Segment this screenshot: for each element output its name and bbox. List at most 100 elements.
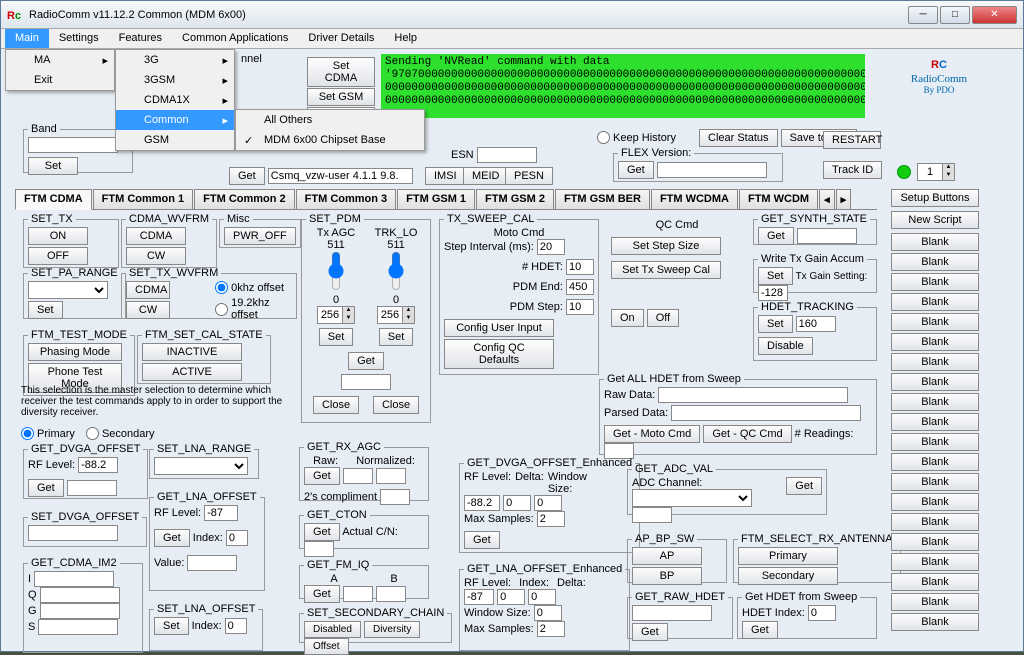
phasing-mode-button[interactable]: Phasing Mode [28,343,122,361]
blank-button[interactable]: Blank [891,493,979,511]
set-cdma-button[interactable]: Set CDMA [307,57,375,87]
set-tx-sweep-cal-button[interactable]: Set Tx Sweep Cal [611,261,721,279]
sc-diversity-button[interactable]: Diversity [364,621,420,638]
sdvga-input[interactable] [28,525,118,541]
blank-button[interactable]: Blank [891,333,979,351]
im2-q-input[interactable] [40,587,120,603]
menu-gsm[interactable]: GSM [116,130,234,150]
get-button[interactable]: Get [229,167,265,185]
dvga-get-button[interactable]: Get [28,479,64,497]
trklo-set-button[interactable]: Set [379,328,414,346]
blank-button[interactable]: Blank [891,253,979,271]
dvga-enh-get-button[interactable]: Get [464,531,500,549]
blank-button[interactable]: Blank [891,593,979,611]
bp-button[interactable]: BP [632,567,702,585]
menu-common[interactable]: Common▸ [116,110,234,130]
menu-3gsm[interactable]: 3GSM▸ [116,70,234,90]
txwv-cw-button[interactable]: CW [126,301,170,319]
sc-disabled-button[interactable]: Disabled [304,621,361,638]
keep-history-radio[interactable]: Keep History [597,131,676,144]
menu-features[interactable]: Features [109,29,172,48]
tab-ftm-gsmber[interactable]: FTM GSM BER [555,189,650,209]
lna-rf-input[interactable] [204,505,238,521]
menu-driver-details[interactable]: Driver Details [298,29,384,48]
close-button[interactable]: ✕ [972,6,1017,24]
tab-ftm-common3[interactable]: FTM Common 3 [296,189,397,209]
dvga-rf-input[interactable] [78,457,118,473]
im2-i-input[interactable] [34,571,114,587]
lna-index-input[interactable] [226,530,248,546]
ap-button[interactable]: AP [632,547,702,565]
menu-common-apps[interactable]: Common Applications [172,29,298,48]
cton-get-button[interactable]: Get [304,523,340,541]
tab-ftm-common1[interactable]: FTM Common 1 [93,189,194,209]
hdet-val-input[interactable] [796,316,836,332]
blank-button[interactable]: Blank [891,313,979,331]
dvga-result[interactable] [67,480,117,496]
band-set-button[interactable]: Set [28,157,78,175]
fmiq-get-button[interactable]: Get [304,585,340,603]
txagc-spinner[interactable]: ▲▼ [317,306,355,324]
restart-button[interactable]: RESTART [823,131,881,149]
maximize-button[interactable]: □ [940,6,970,24]
set-tx-on-button[interactable]: ON [28,227,88,245]
inactive-button[interactable]: INACTIVE [142,343,242,361]
config-user-input-button[interactable]: Config User Input [444,319,554,337]
slna-set-button[interactable]: Set [154,617,189,635]
qc-off-button[interactable]: Off [647,309,679,327]
pdm-close1-button[interactable]: Close [313,396,359,414]
blank-button[interactable]: Blank [891,373,979,391]
blank-button[interactable]: Blank [891,413,979,431]
txgain-input[interactable] [758,285,788,301]
rx-primary-button[interactable]: Primary [738,547,838,565]
pwr-off-button[interactable]: PWR_OFF [224,227,296,245]
qc-on-button[interactable]: On [611,309,644,327]
new-script-button[interactable]: New Script [891,211,979,229]
hdet-set-button[interactable]: Set [758,315,793,333]
raw-data-input[interactable] [658,387,848,403]
menu-main[interactable]: Main [5,29,49,48]
trklo-spinner[interactable]: ▲▼ [377,306,415,324]
get-moto-cmd-button[interactable]: Get - Moto Cmd [604,425,700,443]
tabs-right-arrow-icon[interactable]: ▸ [836,189,852,209]
pdm-step-input[interactable] [566,299,594,315]
flex-get-button[interactable]: Get [618,161,654,179]
primary-radio[interactable]: Primary [21,427,75,440]
hdet-disable-button[interactable]: Disable [758,337,813,355]
tab-ftm-gsm2[interactable]: FTM GSM 2 [476,189,554,209]
blank-button[interactable]: Blank [891,533,979,551]
menu-exit[interactable]: Exit [6,70,114,90]
rx-secondary-button[interactable]: Secondary [738,567,838,585]
setup-buttons-button[interactable]: Setup Buttons [891,189,979,207]
clear-status-button[interactable]: Clear Status [699,129,778,147]
active-button[interactable]: ACTIVE [142,363,242,381]
pdm-get-button[interactable]: Get [348,352,384,370]
esn-input[interactable] [477,147,537,163]
sc-offset-button[interactable]: Offset [304,638,349,655]
offset-192khz-radio[interactable]: 19.2khz offset [215,297,292,321]
slna-index-input[interactable] [225,618,247,634]
set-gsm-button[interactable]: Set GSM [307,88,375,106]
lna-range-select[interactable] [154,457,248,475]
txagc-set-button[interactable]: Set [319,328,354,346]
pesn-button[interactable]: PESN [505,167,553,185]
adc-get-button[interactable]: Get [786,477,822,495]
secondary-radio[interactable]: Secondary [86,427,155,440]
trklo-slider[interactable] [386,251,406,291]
lna-value-input[interactable] [187,555,237,571]
minimize-button[interactable]: ─ [908,6,938,24]
blank-button[interactable]: Blank [891,553,979,571]
tab-ftm-gsm1[interactable]: FTM GSM 1 [397,189,475,209]
trackid-button[interactable]: Track ID [823,161,882,179]
blank-button[interactable]: Blank [891,353,979,371]
tab-ftm-wcdma[interactable]: FTM WCDMA [651,189,738,209]
raw-hdet-get-button[interactable]: Get [632,623,668,641]
band-input[interactable] [28,137,118,153]
tab-ftm-cdma[interactable]: FTM CDMA [15,189,92,210]
wtg-set-button[interactable]: Set [758,267,793,285]
blank-button[interactable]: Blank [891,473,979,491]
menu-3g[interactable]: 3G▸ [116,50,234,70]
pdm-end-input[interactable] [566,279,594,295]
menu-all-others[interactable]: All Others [236,110,424,130]
meid-button[interactable]: MEID [463,167,509,185]
